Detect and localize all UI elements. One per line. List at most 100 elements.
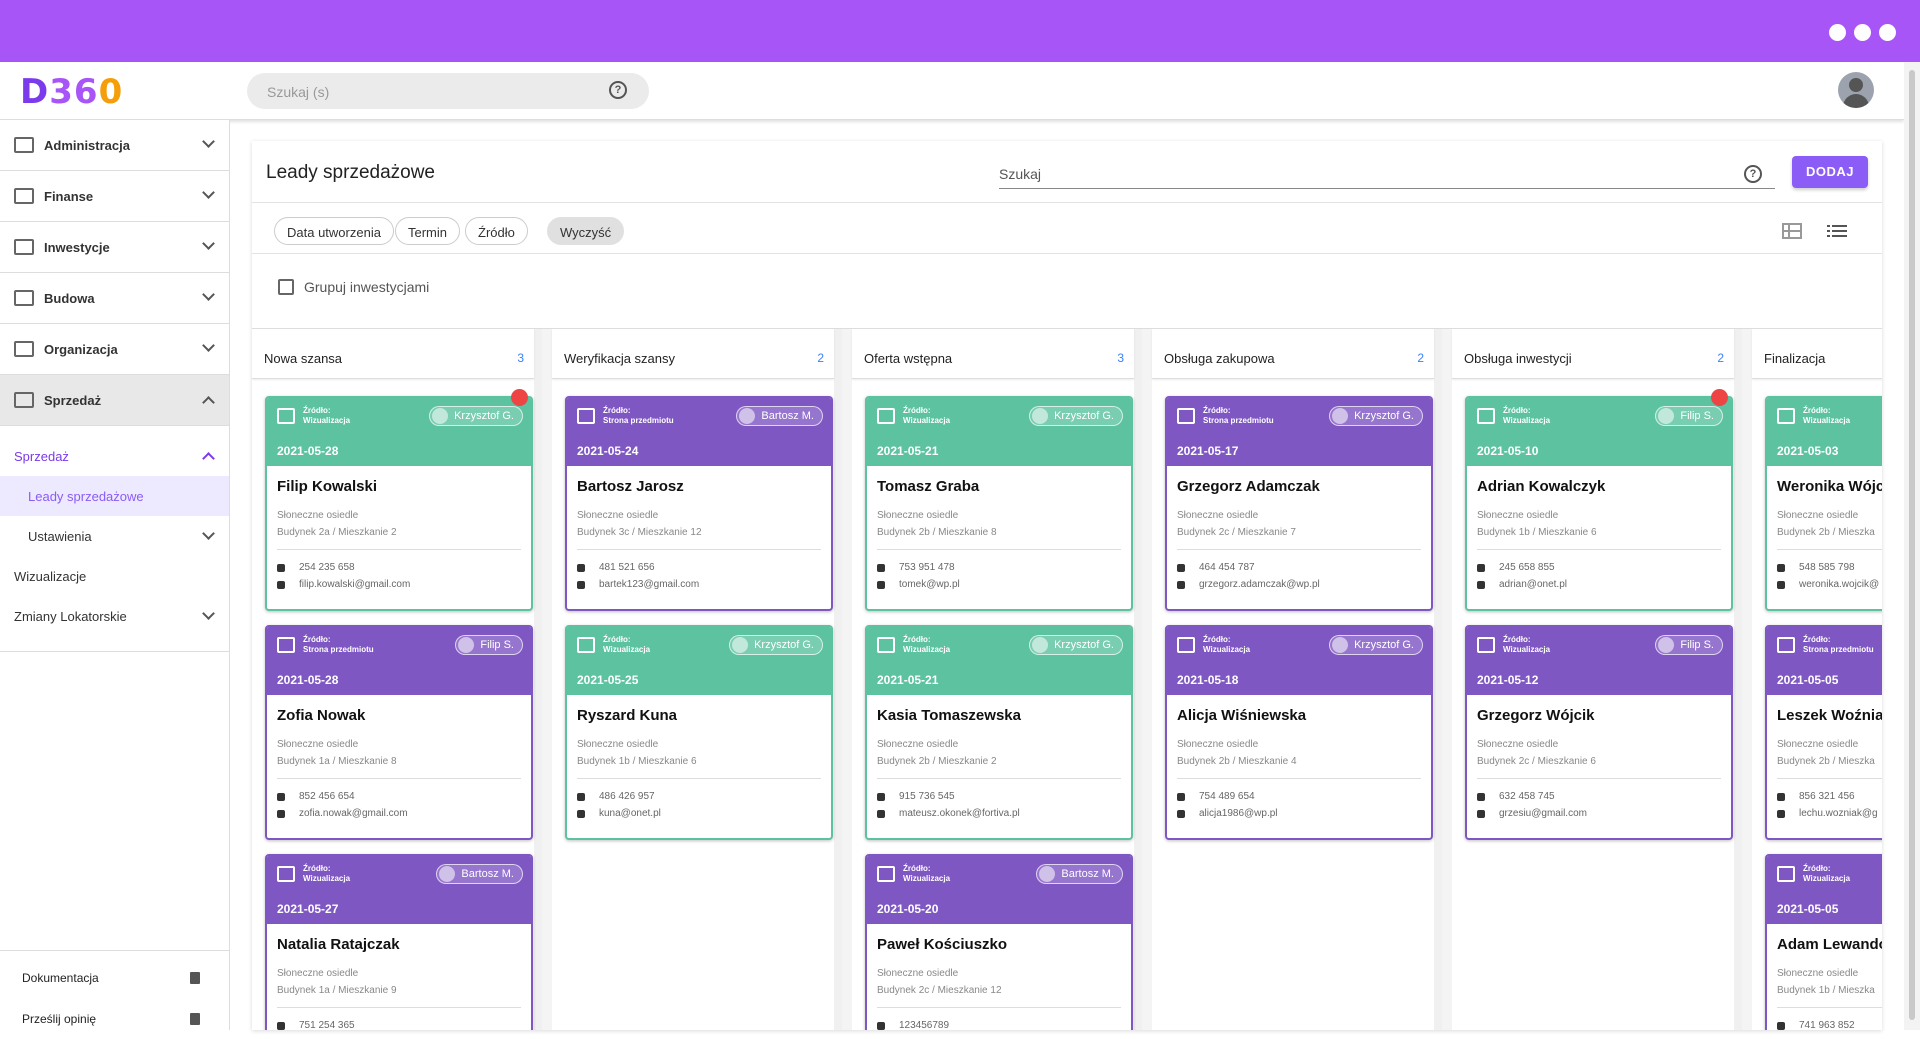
sidebar-item-sprzedaz[interactable]: Sprzedaż: [0, 375, 229, 426]
lead-phone-value: 751 254 365: [299, 1020, 355, 1030]
lead-card-header: Źródło: Wizualizacja Bartosz M. 2021-05-2…: [867, 856, 1131, 924]
sidebar-item-organizacja[interactable]: Organizacja: [0, 324, 229, 375]
lead-card[interactable]: Źródło: Wizualizacja Krzysztof G. 2021-05…: [1165, 625, 1433, 840]
lead-card-body: Alicja Wiśniewska Słoneczne osiedle Budy…: [1167, 695, 1431, 822]
assignee-chip[interactable]: Filip S.: [1655, 406, 1723, 426]
phone-icon: [1777, 792, 1785, 801]
lead-card[interactable]: Źródło: Wizualizacja Krzysztof G. 2021-05…: [865, 625, 1133, 840]
phone-icon: [877, 1021, 885, 1030]
lead-estate: Słoneczne osiedle: [1777, 510, 1859, 521]
source-icon: [277, 408, 295, 424]
group-checkbox[interactable]: [278, 279, 294, 295]
lead-email: tomek@wp.pl: [877, 576, 1121, 593]
column-title: Finalizacja: [1764, 351, 1826, 366]
lead-email: zofia.nowak@gmail.com: [277, 805, 521, 822]
help-icon[interactable]: ?: [609, 81, 627, 99]
assignee-chip[interactable]: Krzysztof G.: [1029, 406, 1123, 426]
column-title: Weryfikacja szansy: [564, 351, 676, 366]
global-search-input[interactable]: Szukaj (s) ?: [247, 73, 649, 109]
lead-estate: Słoneczne osiedle: [1177, 510, 1259, 521]
lead-email: kuna@onet.pl: [577, 805, 821, 822]
source-prefix: Źródło:: [1503, 406, 1531, 415]
source-value: Wizualizacja: [1503, 416, 1551, 425]
column-title: Obsługa inwestycji: [1464, 351, 1572, 366]
mail-icon: [1477, 580, 1485, 589]
lead-card[interactable]: Źródło: Wizualizacja Krzysztof G. 2021-05…: [265, 396, 533, 611]
assignee-chip[interactable]: Bartosz M.: [1036, 864, 1123, 884]
leads-search-input[interactable]: Szukaj: [999, 159, 1775, 189]
lead-card[interactable]: Źródło: Wizualizacja Filip S. 2021-05-10 …: [1465, 396, 1733, 611]
sidebar-sub-ustawienia[interactable]: Ustawienia: [0, 516, 229, 556]
lead-source: Źródło: Strona przedmiotu: [1803, 635, 1874, 655]
list-view-icon[interactable]: [1827, 223, 1847, 239]
lead-card[interactable]: Źródło: Wizualizacja Filip S. 2021-05-12 …: [1465, 625, 1733, 840]
source-value: Wizualizacja: [1503, 645, 1551, 654]
filter-chip-source[interactable]: Źródło: [465, 217, 528, 245]
divider: [1177, 549, 1421, 550]
feedback-link[interactable]: Prześlij opinię: [0, 999, 230, 1039]
help-icon[interactable]: ?: [1744, 165, 1762, 183]
sidebar-sub-sprzedaz[interactable]: Sprzedaż: [0, 436, 229, 476]
mail-icon: [1177, 809, 1185, 818]
docs-link[interactable]: Dokumentacja: [0, 958, 230, 998]
divider: [1477, 778, 1721, 779]
assignee-chip[interactable]: Krzysztof G.: [429, 406, 523, 426]
source-value: Wizualizacja: [903, 416, 951, 425]
divider: [1777, 1007, 1882, 1008]
assignee-chip[interactable]: Krzysztof G.: [729, 635, 823, 655]
source-icon: [1777, 408, 1795, 424]
user-avatar[interactable]: [1838, 72, 1874, 108]
lead-email: bartek123@gmail.com: [577, 576, 821, 593]
sidebar-item-administracja[interactable]: Administracja: [0, 120, 229, 171]
assignee-chip[interactable]: Filip S.: [455, 635, 523, 655]
lead-card[interactable]: Źródło: Strona przedmiotu Filip S. 2021-0…: [265, 625, 533, 840]
clear-filters-button[interactable]: Wyczyść: [547, 217, 625, 245]
lead-source: Źródło: Strona przedmiotu: [1203, 406, 1274, 426]
lead-email: weronika.wojcik@: [1777, 576, 1882, 593]
assignee-chip[interactable]: Filip S.: [1655, 635, 1723, 655]
source-prefix: Źródło:: [603, 635, 631, 644]
lead-phone: 856 321 456: [1777, 788, 1882, 805]
assignee-chip[interactable]: Krzysztof G.: [1029, 635, 1123, 655]
sidebar-sub-wizualizacje[interactable]: Wizualizacje: [0, 556, 229, 596]
add-button[interactable]: DODAJ: [1792, 156, 1868, 188]
lead-card[interactable]: Źródło: Strona przedmiotu 2021-05-05 Lesz…: [1765, 625, 1882, 840]
lead-source: Źródło: Wizualizacja: [1203, 635, 1250, 655]
lead-card[interactable]: Źródło: Wizualizacja 2021-05-05 Adam Lewa…: [1765, 854, 1882, 1030]
lead-card[interactable]: Źródło: Wizualizacja 2021-05-03 Weronika …: [1765, 396, 1882, 611]
lead-card-header: Źródło: Wizualizacja 2021-05-05: [1767, 856, 1882, 924]
phone-icon: [577, 563, 585, 572]
lead-card[interactable]: Źródło: Wizualizacja Krzysztof G. 2021-05…: [865, 396, 1133, 611]
lead-card[interactable]: Źródło: Wizualizacja Bartosz M. 2021-05-2…: [265, 854, 533, 1030]
assignee-chip[interactable]: Bartosz M.: [736, 406, 823, 426]
group-by-investments[interactable]: Grupuj inwestycjami: [278, 279, 429, 295]
lead-email-value: filip.kowalski@gmail.com: [299, 579, 411, 590]
sidebar-item-finanse[interactable]: Finanse: [0, 171, 229, 222]
mail-icon: [877, 580, 885, 589]
lead-card[interactable]: Źródło: Strona przedmiotu Krzysztof G. 20…: [1165, 396, 1433, 611]
assignee-chip[interactable]: Krzysztof G.: [1329, 635, 1423, 655]
sidebar-sub-leady[interactable]: Leady sprzedażowe: [0, 476, 229, 516]
app-logo[interactable]: D360: [20, 72, 123, 112]
lead-unit: Budynek 1a / Mieszkanie 9: [277, 985, 397, 996]
window-menu-dots[interactable]: [1829, 24, 1896, 41]
assignee-chip[interactable]: Krzysztof G.: [1329, 406, 1423, 426]
lead-estate: Słoneczne osiedle: [577, 510, 659, 521]
lead-card-header: Źródło: Wizualizacja Krzysztof G. 2021-05…: [1167, 627, 1431, 695]
lead-date: 2021-05-05: [1777, 902, 1839, 916]
lead-card[interactable]: Źródło: Wizualizacja Bartosz M. 2021-05-2…: [865, 854, 1133, 1030]
lead-email-value: grzesiu@gmail.com: [1499, 808, 1587, 819]
sidebar-item-inwestycje[interactable]: Inwestycje: [0, 222, 229, 273]
lead-card[interactable]: Źródło: Wizualizacja Krzysztof G. 2021-05…: [565, 625, 833, 840]
sidebar-item-budowa[interactable]: Budowa: [0, 273, 229, 324]
sidebar-sub-zmiany[interactable]: Zmiany Lokatorskie: [0, 596, 229, 636]
divider: [1177, 778, 1421, 779]
page-scrollbar[interactable]: [1904, 62, 1920, 1030]
kanban-column: Obsługa zakupowa 2 Źródło: Strona przedmio…: [1152, 329, 1442, 1030]
assignee-chip[interactable]: Bartosz M.: [436, 864, 523, 884]
board-view-icon[interactable]: [1782, 223, 1802, 239]
sidebar-item-label: Inwestycje: [44, 239, 110, 255]
filter-chip-created[interactable]: Data utworzenia: [274, 217, 394, 245]
lead-card[interactable]: Źródło: Strona przedmiotu Bartosz M. 2021…: [565, 396, 833, 611]
filter-chip-deadline[interactable]: Termin: [395, 217, 461, 245]
